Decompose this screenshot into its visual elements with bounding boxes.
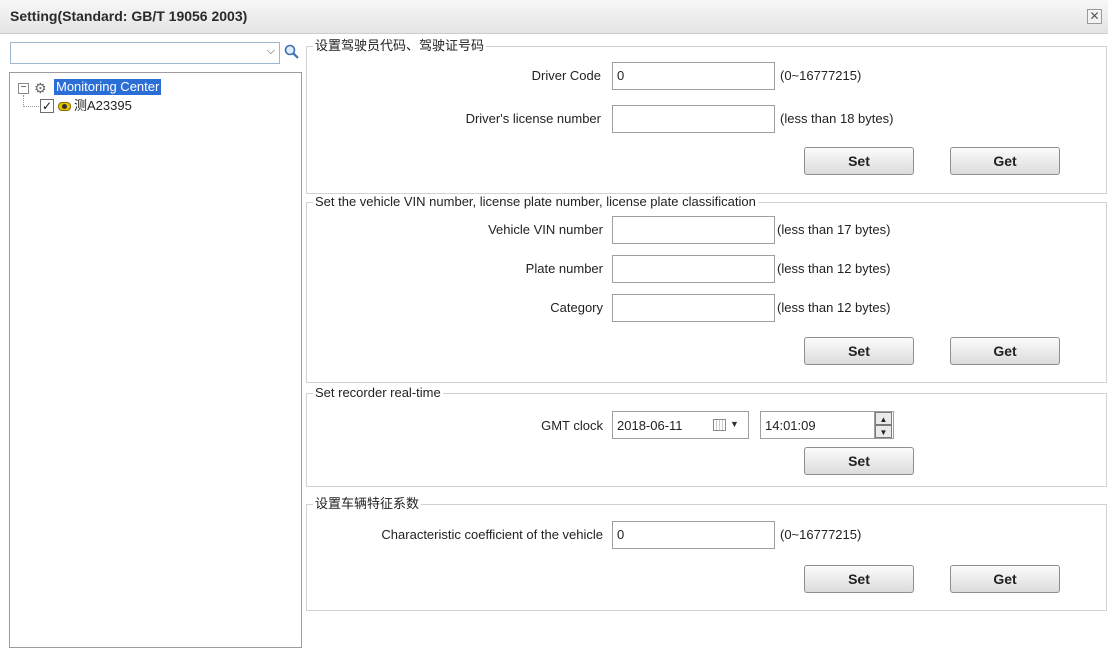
vin-input[interactable] bbox=[612, 216, 775, 244]
driver-code-input[interactable]: 0 bbox=[612, 62, 775, 90]
category-input[interactable] bbox=[612, 294, 775, 322]
get-button[interactable]: Get bbox=[950, 565, 1060, 593]
gear-icon: ⚙ bbox=[34, 80, 47, 96]
close-icon[interactable]: ✕ bbox=[1087, 9, 1102, 24]
driver-settings-group: 设置驾驶员代码、驾驶证号码 Driver Code 0 (0~16777215)… bbox=[306, 38, 1107, 194]
coefficient-hint: (0~16777215) bbox=[780, 527, 862, 542]
set-button[interactable]: Set bbox=[804, 147, 914, 175]
group-title: Set recorder real-time bbox=[313, 385, 443, 401]
tree-collapse-toggle[interactable]: − bbox=[18, 83, 29, 94]
group-title: 设置驾驶员代码、驾驶证号码 bbox=[313, 38, 487, 54]
license-label: Driver's license number bbox=[465, 111, 601, 126]
chevron-down-icon[interactable]: ▼ bbox=[730, 419, 739, 429]
gmt-clock-label: GMT clock bbox=[541, 418, 603, 433]
spinner-buttons: ▲ ▼ bbox=[874, 412, 892, 438]
vehicle-checkbox[interactable]: ✓ bbox=[40, 99, 54, 113]
vin-label: Vehicle VIN number bbox=[488, 222, 603, 237]
category-hint: (less than 12 bytes) bbox=[777, 300, 891, 315]
license-number-input[interactable] bbox=[612, 105, 775, 133]
coefficient-label: Characteristic coefficient of the vehicl… bbox=[381, 527, 603, 542]
tree-node-monitoring-center[interactable]: Monitoring Center bbox=[54, 79, 162, 95]
search-icon[interactable] bbox=[283, 43, 301, 61]
tree-node-vehicle[interactable]: 测A23395 bbox=[74, 98, 132, 114]
date-value: 2018-06-11 bbox=[617, 418, 683, 433]
recorder-time-group: Set recorder real-time GMT clock 2018-06… bbox=[306, 385, 1107, 487]
calendar-icon[interactable] bbox=[713, 419, 726, 431]
plate-label: Plate number bbox=[525, 261, 603, 276]
vehicle-settings-group: Set the vehicle VIN number, license plat… bbox=[306, 194, 1107, 383]
window-title: Setting(Standard: GB/T 19056 2003) bbox=[10, 8, 248, 24]
vehicle-tree: − ⚙ Monitoring Center ✓ 测A23395 bbox=[9, 72, 302, 648]
spin-down-icon[interactable]: ▼ bbox=[875, 425, 892, 438]
group-title: Set the vehicle VIN number, license plat… bbox=[313, 194, 758, 210]
time-value: 14:01:09 bbox=[765, 418, 816, 433]
vin-hint: (less than 17 bytes) bbox=[777, 222, 891, 237]
plate-number-input[interactable] bbox=[612, 255, 775, 283]
chevron-down-icon[interactable]: ⌵ bbox=[267, 45, 275, 58]
vehicle-status-icon bbox=[58, 102, 71, 111]
category-label: Category bbox=[550, 300, 603, 315]
date-picker[interactable]: 2018-06-11 ▼ bbox=[612, 411, 749, 439]
group-title: 设置车辆特征系数 bbox=[313, 496, 422, 512]
spin-up-icon[interactable]: ▲ bbox=[875, 412, 892, 425]
license-hint: (less than 18 bytes) bbox=[780, 111, 894, 126]
coefficient-group: 设置车辆特征系数 Characteristic coefficient of t… bbox=[306, 496, 1107, 611]
set-button[interactable]: Set bbox=[804, 565, 914, 593]
coefficient-input[interactable]: 0 bbox=[612, 521, 775, 549]
vehicle-search-combobox[interactable]: ⌵ bbox=[10, 42, 280, 64]
driver-code-label: Driver Code bbox=[531, 68, 601, 83]
tree-connector bbox=[23, 106, 39, 107]
set-button[interactable]: Set bbox=[804, 337, 914, 365]
title-bar: Setting(Standard: GB/T 19056 2003) ✕ bbox=[0, 0, 1108, 34]
driver-code-hint: (0~16777215) bbox=[780, 68, 862, 83]
set-button[interactable]: Set bbox=[804, 447, 914, 475]
get-button[interactable]: Get bbox=[950, 337, 1060, 365]
plate-hint: (less than 12 bytes) bbox=[777, 261, 891, 276]
time-spinner[interactable]: 14:01:09 ▲ ▼ bbox=[760, 411, 894, 439]
get-button[interactable]: Get bbox=[950, 147, 1060, 175]
